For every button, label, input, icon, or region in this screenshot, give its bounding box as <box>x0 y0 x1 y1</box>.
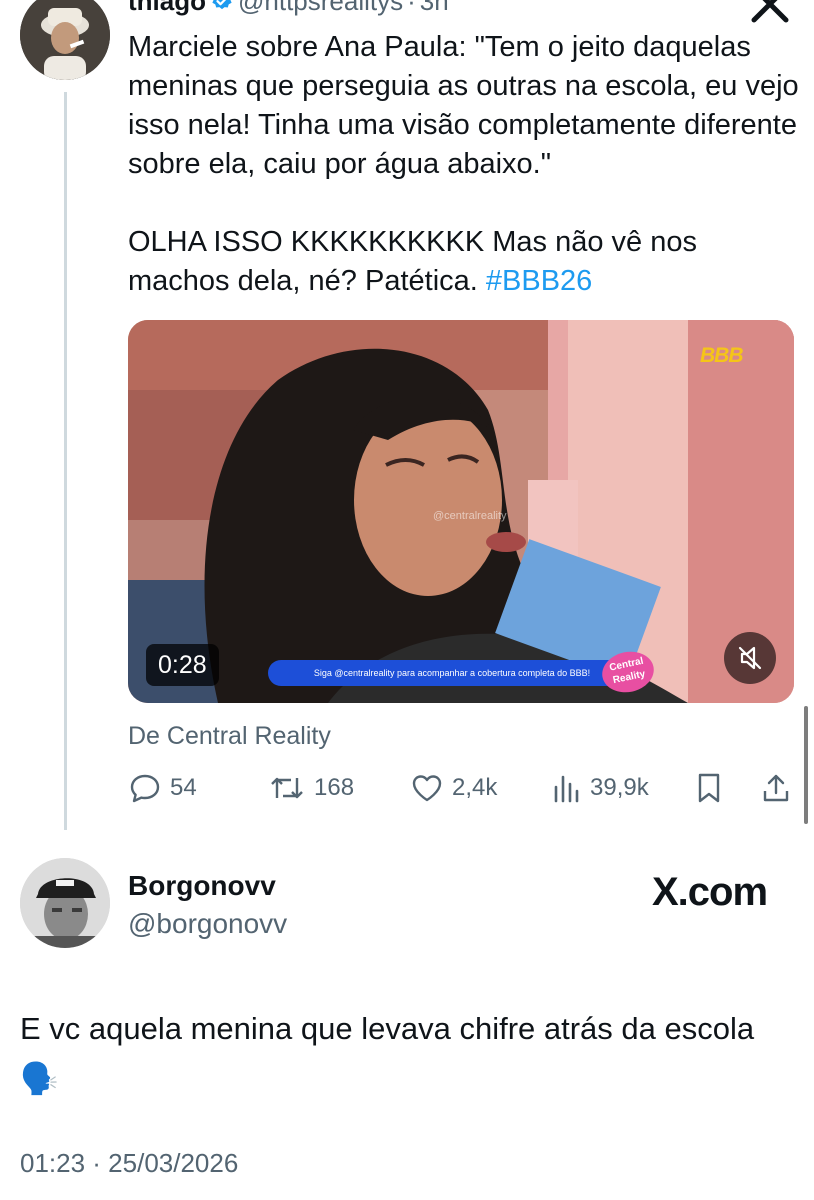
video-duration: 0:28 <box>146 644 219 686</box>
like-count: 2,4k <box>452 774 498 801</box>
tweet-age: 3h <box>419 0 449 16</box>
share-icon <box>760 771 792 805</box>
bbb-logo: BBB <box>700 344 743 367</box>
speaking-head-emoji: 🗣️ <box>20 1061 59 1096</box>
views-icon <box>552 771 582 805</box>
views-button[interactable]: 39,9k <box>552 770 649 806</box>
author-avatar[interactable] <box>20 0 110 80</box>
thread-line <box>64 92 67 830</box>
reply-text: E vc aquela menina que levava chifre atr… <box>20 1004 780 1104</box>
like-icon <box>410 771 444 805</box>
mute-icon[interactable] <box>724 632 776 684</box>
reply-icon <box>128 771 162 805</box>
x-com-brand: X.com <box>652 870 768 914</box>
share-button[interactable] <box>760 770 792 806</box>
x-logo-icon[interactable] <box>750 0 794 24</box>
reply-text-content: E vc aquela menina que levava chifre atr… <box>20 1011 755 1046</box>
media-source[interactable]: De Central Reality <box>128 722 331 751</box>
video-player[interactable]: BBB @centralreality Siga @centralreality… <box>128 320 794 703</box>
repost-icon <box>268 771 306 805</box>
video-watermark: @centralreality <box>433 510 507 522</box>
views-count: 39,9k <box>590 774 649 801</box>
reply-timestamp[interactable]: 01:23 · 25/03/2026 <box>20 1148 238 1179</box>
video-ticker: Siga @centralreality para acompanhar a c… <box>268 660 636 686</box>
bookmark-button[interactable] <box>694 770 724 806</box>
reply-count: 54 <box>170 774 197 801</box>
author-name[interactable]: thiago <box>128 0 206 16</box>
reply-author-name[interactable]: Borgonovv <box>128 870 276 902</box>
tweet-paragraph-text: OLHA ISSO KKKKKKKKKK Mas não vê nos mach… <box>128 226 697 297</box>
repost-count: 168 <box>314 774 355 801</box>
tweet-paragraph: Marciele sobre Ana Paula: "Tem o jeito d… <box>128 31 799 180</box>
bookmark-icon <box>694 771 724 805</box>
reply-author-handle[interactable]: @borgonovv <box>128 908 287 940</box>
quoted-tweet-text: Marciele sobre Ana Paula: "Tem o jeito d… <box>128 28 800 301</box>
tweet-paragraph: OLHA ISSO KKKKKKKKKK Mas não vê nos mach… <box>128 223 800 301</box>
author-handle[interactable]: @nttpsrealitys <box>238 0 403 16</box>
like-button[interactable]: 2,4k <box>410 770 497 806</box>
scrollbar[interactable] <box>804 706 808 824</box>
separator-dot: · <box>407 0 416 16</box>
reply-author-avatar[interactable] <box>20 858 110 948</box>
quoted-tweet-header: thiago @nttpsrealitys · 3h <box>128 0 449 17</box>
verified-badge-icon <box>210 0 234 13</box>
hashtag-link[interactable]: #BBB26 <box>486 265 592 297</box>
reply-button[interactable]: 54 <box>128 770 197 806</box>
repost-button[interactable]: 168 <box>268 770 354 806</box>
